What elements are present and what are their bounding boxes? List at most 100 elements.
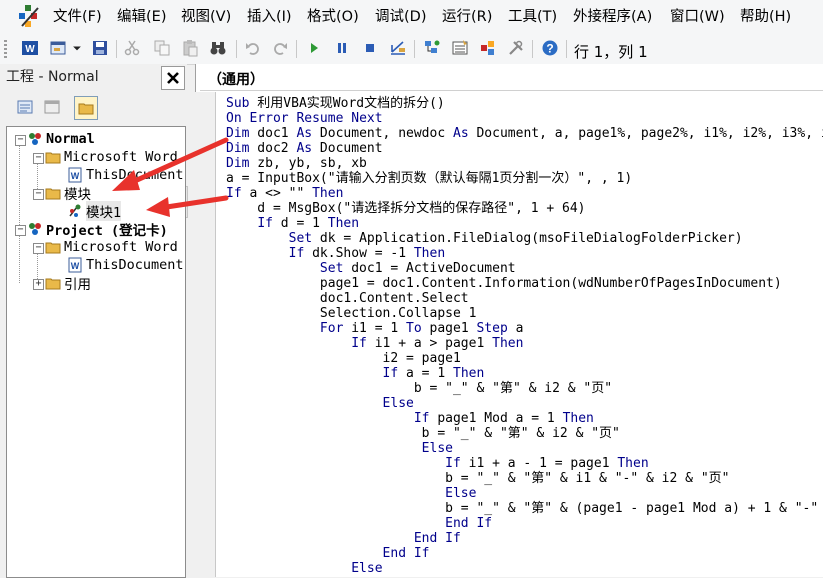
code-line[interactable]: Set dk = Application.FileDialog(msoFileD…: [226, 231, 823, 246]
break-button[interactable]: [332, 38, 352, 58]
tree-node-modules[interactable]: 模块: [45, 184, 91, 203]
run-button[interactable]: [304, 38, 324, 58]
code-line[interactable]: Dim doc1 As Document, newdoc As Document…: [226, 126, 823, 141]
play-icon: [311, 43, 318, 53]
code-line[interactable]: i2 = page1: [226, 351, 823, 366]
tree-node-references[interactable]: 引用: [45, 274, 91, 293]
reset-button[interactable]: [360, 38, 380, 58]
code-line[interactable]: Else: [226, 396, 823, 411]
margin-indicator-bar[interactable]: [195, 92, 216, 577]
view-code-button[interactable]: [14, 96, 36, 118]
menu-run[interactable]: 运行(R): [442, 8, 492, 26]
code-line[interactable]: If dk.Show = -1 Then: [226, 246, 823, 261]
insert-userform-button[interactable]: [48, 38, 68, 58]
redo-button[interactable]: [270, 38, 290, 58]
menu-addins[interactable]: 外接程序(A): [573, 8, 652, 26]
help-button[interactable]: ?: [540, 38, 560, 58]
code-line[interactable]: Sub 利用VBA实现Word文档的拆分(): [226, 96, 823, 111]
toggle-folders-button[interactable]: [74, 96, 98, 120]
tree-label: 模块1: [86, 201, 122, 221]
code-line[interactable]: b = "_" & "第" & (page1 - page1 Mod a) + …: [226, 501, 823, 516]
code-line[interactable]: Dim doc2 As Document: [226, 141, 823, 156]
cursor-position-label: 行 1，列 1: [574, 43, 648, 61]
word-document-icon: W: [68, 167, 82, 183]
tree-node-normal[interactable]: Normal: [27, 130, 95, 148]
code-line[interactable]: If i1 + a > page1 Then: [226, 336, 823, 351]
tree-node-thisdocument[interactable]: W ThisDocument: [67, 166, 184, 184]
expand-references-toggle[interactable]: +: [33, 279, 44, 290]
tree-node-thisdocument-2[interactable]: W ThisDocument: [67, 256, 184, 274]
save-button[interactable]: [90, 38, 110, 58]
tree-label: Normal: [46, 131, 95, 147]
folder-icon: [45, 278, 61, 290]
expand-normal-toggle[interactable]: −: [15, 135, 26, 146]
toolbar-separator: [414, 40, 415, 58]
code-line[interactable]: Else: [226, 486, 823, 501]
code-line[interactable]: b = "_" & "第" & i2 & "页": [226, 381, 823, 396]
code-line[interactable]: b = "_" & "第" & i2 & "页": [226, 426, 823, 441]
code-line[interactable]: On Error Resume Next: [226, 111, 823, 126]
insert-dropdown-button[interactable]: [70, 38, 84, 58]
view-word-button[interactable]: W: [20, 38, 40, 58]
code-line[interactable]: Selection.Collapse 1: [226, 306, 823, 321]
tree-node-microsoft-word-objects-2[interactable]: Microsoft Word: [45, 238, 178, 256]
code-line[interactable]: End If: [226, 546, 823, 561]
code-line[interactable]: Else: [226, 561, 823, 576]
paste-button[interactable]: [180, 38, 200, 58]
code-line[interactable]: Else: [226, 441, 823, 456]
expand-msword2-toggle[interactable]: −: [33, 243, 44, 254]
toolbar-grip[interactable]: [4, 40, 7, 58]
undo-button[interactable]: [243, 38, 263, 58]
code-line[interactable]: For i1 = 1 To page1 Step a: [226, 321, 823, 336]
code-line[interactable]: If a <> "" Then: [226, 186, 823, 201]
code-line[interactable]: End If: [226, 516, 823, 531]
properties-window-button[interactable]: [450, 38, 470, 58]
cut-button[interactable]: [122, 38, 142, 58]
project-pane-title: 工程 - Normal: [6, 69, 99, 85]
tree-node-microsoft-word-objects[interactable]: Microsoft Word: [45, 148, 178, 166]
code-line[interactable]: Dim zb, yb, sb, xb: [226, 156, 823, 171]
expand-msword-toggle[interactable]: −: [33, 153, 44, 164]
code-line[interactable]: End If: [226, 531, 823, 546]
design-mode-button[interactable]: [388, 38, 408, 58]
project-pane-close-button[interactable]: [161, 66, 185, 90]
folder-icon: [45, 242, 61, 254]
menu-edit[interactable]: 编辑(E): [117, 8, 166, 26]
code-line[interactable]: If i1 + a - 1 = page1 Then: [226, 456, 823, 471]
toolbar-separator: [532, 40, 533, 58]
code-editor[interactable]: Sub 利用VBA实现Word文档的拆分() On Error Resume Ne…: [226, 96, 823, 576]
object-browser-button[interactable]: [478, 38, 498, 58]
menu-view[interactable]: 视图(V): [181, 8, 231, 26]
code-line[interactable]: If a = 1 Then: [226, 366, 823, 381]
code-line[interactable]: If page1 Mod a = 1 Then: [226, 411, 823, 426]
code-line[interactable]: If d = 1 Then: [226, 216, 823, 231]
view-object-button[interactable]: [41, 96, 63, 118]
code-line[interactable]: d = MsgBox("请选择拆分文档的保存路径", 1 + 64): [226, 201, 823, 216]
object-combobox[interactable]: [200, 66, 823, 91]
tree-node-project[interactable]: Project (登记卡): [27, 220, 168, 239]
toolbox-button[interactable]: [506, 38, 526, 58]
menu-tools[interactable]: 工具(T): [508, 8, 557, 26]
menu-format[interactable]: 格式(O): [307, 8, 359, 26]
tree-label: 引用: [64, 277, 91, 293]
code-line[interactable]: b = "_" & "第" & i1 & "-" & i2 & "页": [226, 471, 823, 486]
project-tree: − Normal − Microsoft Word W ThisDocument…: [6, 126, 186, 578]
project-pane-toolbar: [0, 92, 188, 218]
tree-node-module1[interactable]: 模块1: [67, 201, 122, 221]
code-line[interactable]: Set doc1 = ActiveDocument: [226, 261, 823, 276]
menu-file[interactable]: 文件(F): [53, 8, 102, 26]
menu-help[interactable]: 帮助(H): [740, 8, 791, 26]
tree-label: Microsoft Word: [64, 239, 178, 255]
menu-insert[interactable]: 插入(I): [247, 8, 292, 26]
expand-project-toggle[interactable]: −: [15, 225, 26, 236]
menu-window[interactable]: 窗口(W): [670, 8, 725, 26]
copy-button[interactable]: [152, 38, 172, 58]
code-line[interactable]: doc1.Content.Select: [226, 291, 823, 306]
find-button[interactable]: [208, 38, 228, 58]
code-line[interactable]: page1 = doc1.Content.Information(wdNumbe…: [226, 276, 823, 291]
expand-modules-toggle[interactable]: −: [33, 189, 44, 200]
code-line[interactable]: a = InputBox("请输入分割页数（默认每隔1页分割一次）", , 1): [226, 171, 823, 186]
menu-debug[interactable]: 调试(D): [375, 8, 426, 26]
folder-icon: [78, 103, 94, 115]
project-explorer-button[interactable]: [422, 38, 442, 58]
